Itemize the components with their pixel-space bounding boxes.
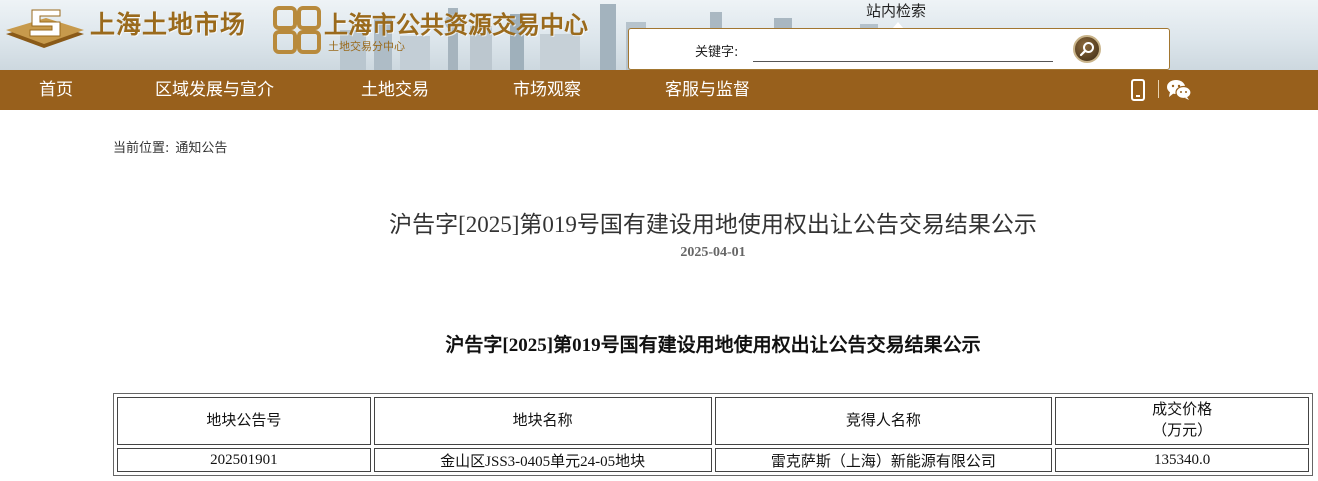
wechat-icon[interactable]	[1166, 78, 1192, 102]
breadcrumb-current-link[interactable]: 通知公告	[175, 141, 227, 156]
logo2-subtitle: 土地交易分中心	[328, 40, 405, 53]
nav-item-land-trading[interactable]: 土地交易	[361, 70, 429, 110]
table-header-parcel-number: 地块公告号	[117, 397, 371, 445]
table-header-price-unit: （万元）	[1152, 423, 1213, 439]
nav-item-home[interactable]: 首页	[39, 70, 73, 110]
breadcrumb-prefix: 当前位置:	[113, 141, 170, 156]
land-market-emblem-icon	[6, 9, 84, 48]
table-header-parcel-name: 地块名称	[373, 397, 712, 445]
table-cell-winner-name: 雷克萨斯（上海）新能源有限公司	[714, 448, 1053, 472]
table-row: 202501901 金山区JSS3-0405单元24-05地块 雷克萨斯（上海）…	[117, 448, 1309, 472]
site-search-box: 关键字:	[628, 28, 1170, 70]
transaction-result-table: 地块公告号 地块名称 竞得人名称 成交价格 （万元） 202501901 金山区J…	[113, 393, 1313, 476]
article-title: 沪告字[2025]第019号国有建设用地使用权出让公告交易结果公示	[389, 212, 1037, 237]
search-input[interactable]	[753, 38, 1053, 62]
breadcrumb: 当前位置: 通知公告	[113, 137, 227, 156]
search-keyword-label: 关键字:	[695, 45, 739, 60]
shanghai-land-market-logo[interactable]: 上海土地市场	[0, 0, 250, 62]
table-header-row: 地块公告号 地块名称 竞得人名称 成交价格 （万元）	[117, 397, 1309, 445]
table-cell-price: 135340.0	[1055, 448, 1309, 472]
search-icon	[1079, 42, 1094, 57]
nav-icon-divider	[1158, 80, 1159, 98]
table-cell-parcel-number: 202501901	[117, 448, 371, 472]
header-banner: 上海土地市场 上海市公共资源交易中心 土地交易分中心 站内检索 关键字:	[0, 0, 1318, 70]
nav-item-regional-development[interactable]: 区域发展与宣介	[155, 70, 274, 110]
nav-item-customer-service[interactable]: 客服与监督	[665, 70, 750, 110]
public-resource-center-logo[interactable]: 上海市公共资源交易中心 土地交易分中心	[270, 0, 610, 62]
resource-center-emblem-icon	[273, 6, 321, 54]
article-body-title: 沪告字[2025]第019号国有建设用地使用权出让公告交易结果公示	[445, 335, 981, 356]
search-button[interactable]	[1073, 35, 1101, 63]
table-header-price: 成交价格 （万元）	[1055, 397, 1309, 445]
site-search-title: 站内检索	[866, 2, 927, 20]
table-cell-parcel-name: 金山区JSS3-0405单元24-05地块	[373, 448, 712, 472]
main-nav-bar: 首页 区域发展与宣介 土地交易 市场观察 客服与监督	[0, 70, 1318, 110]
mobile-phone-icon[interactable]	[1126, 78, 1150, 102]
table-header-price-label: 成交价格	[1152, 402, 1213, 418]
logo1-text: 上海土地市场	[90, 10, 247, 39]
article-date: 2025-04-01	[680, 245, 746, 260]
nav-item-market-observation[interactable]: 市场观察	[513, 70, 581, 110]
logo2-text: 上海市公共资源交易中心	[324, 11, 588, 39]
table-header-winner-name: 竞得人名称	[714, 397, 1053, 445]
